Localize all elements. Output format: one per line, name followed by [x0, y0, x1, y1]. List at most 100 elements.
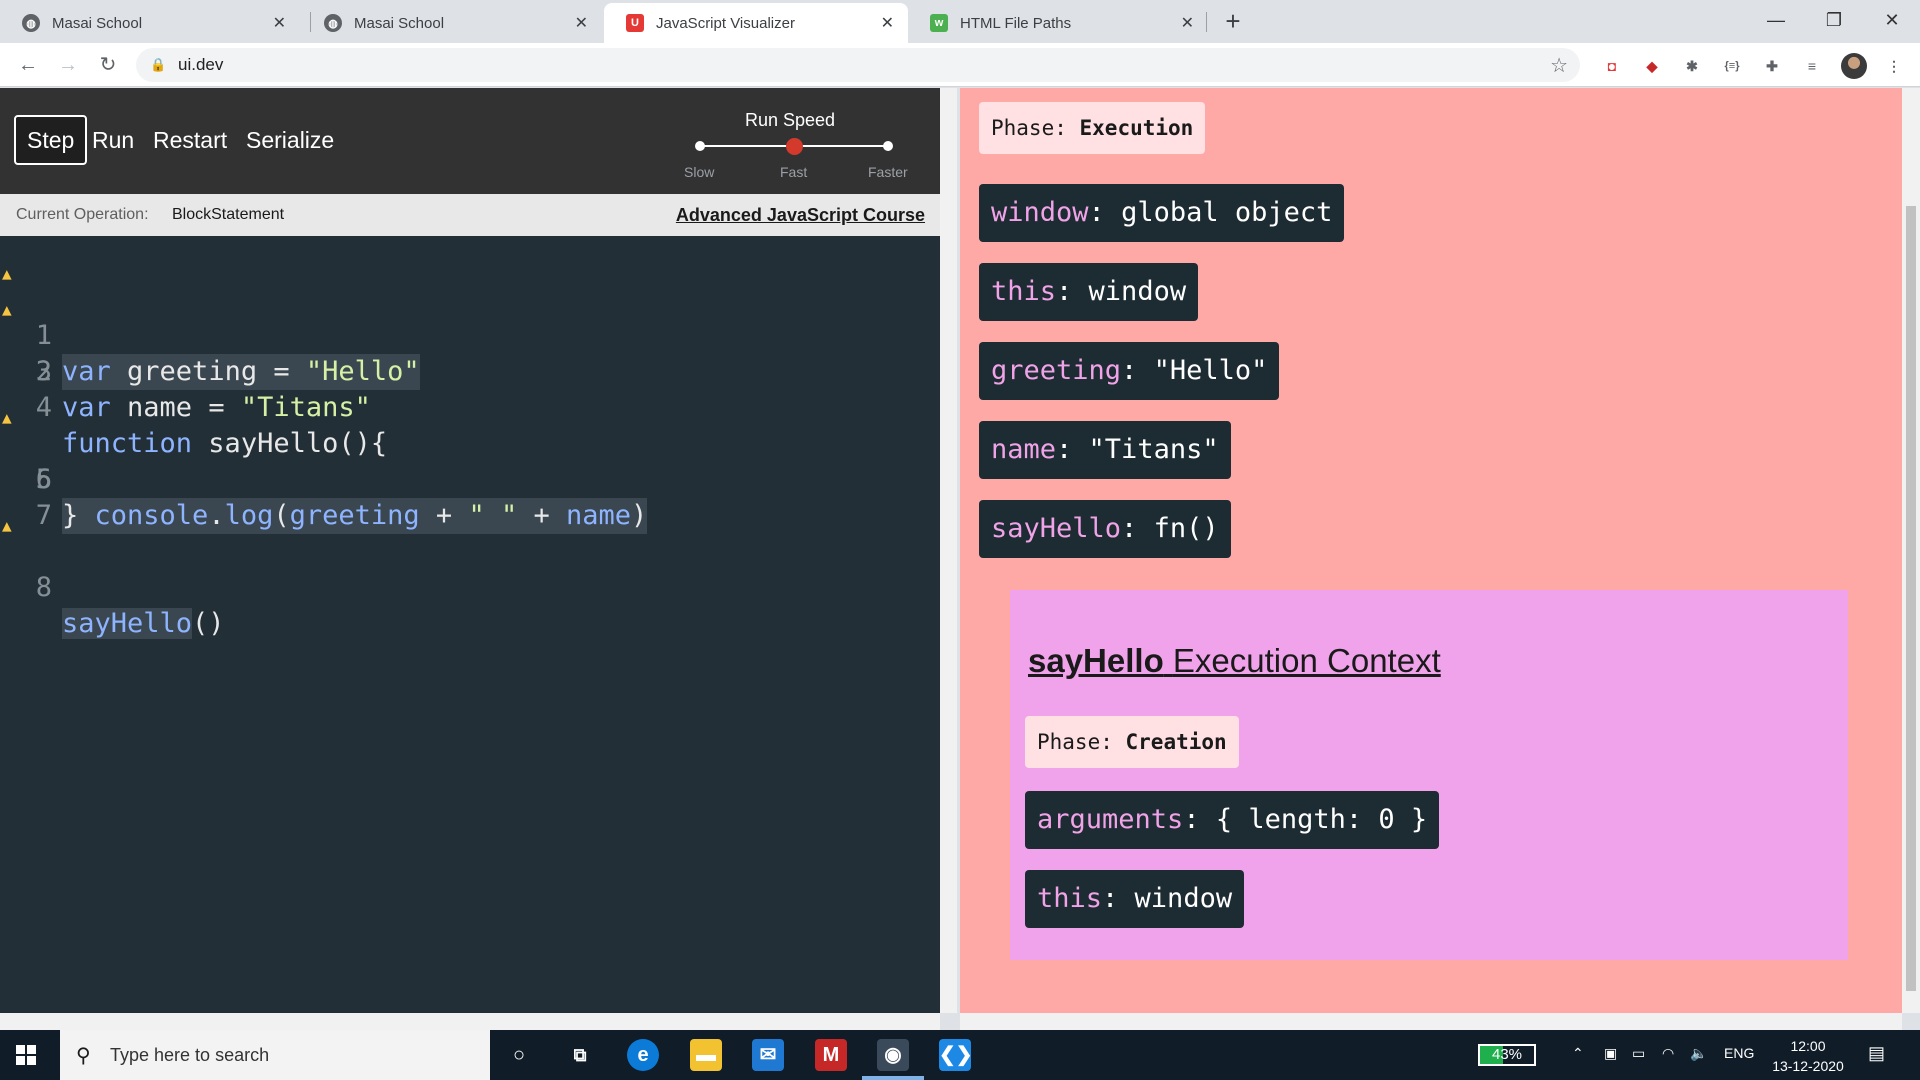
search-placeholder: Type here to search — [110, 1045, 270, 1065]
battery-indicator[interactable]: 43% — [1478, 1044, 1536, 1066]
edge-browser-icon[interactable]: e — [627, 1039, 659, 1071]
mail-icon[interactable]: ✉ — [752, 1039, 784, 1071]
context-function-name: sayHello — [1028, 642, 1164, 679]
slider-stop-faster[interactable] — [883, 141, 893, 151]
var-key: sayHello — [991, 513, 1122, 544]
function-phase-badge: Phase: Creation — [1025, 716, 1239, 768]
function-var-arguments: arguments: { length: 0 } — [1025, 791, 1440, 849]
tab-javascript-visualizer[interactable]: U JavaScript Visualizer ✕ — [604, 3, 908, 43]
tab-title: JavaScript Visualizer — [656, 14, 795, 32]
step-button[interactable]: Step — [14, 115, 88, 165]
tab-title: Masai School — [52, 14, 143, 32]
close-icon[interactable]: ✕ — [575, 13, 588, 33]
restart-button[interactable]: Restart — [142, 115, 238, 165]
reading-list-icon[interactable]: ≡ — [1800, 54, 1824, 78]
execution-context-title: sayHello Execution Context — [1028, 642, 1441, 680]
vscode-icon[interactable]: ❮❯ — [939, 1039, 973, 1071]
browser-toolbar: ← → ↻ 🔒 ui.dev ☆ ◘ ◆ ✱ {≡} ✚ ≡ ⋮ — [0, 43, 1920, 87]
code-editor[interactable]: ▲ 1 var greeting = "Hello" ▲ 2 var name … — [0, 246, 940, 639]
code-vertical-scrollbar[interactable] — [940, 88, 957, 1013]
w3schools-icon: w — [930, 14, 948, 32]
close-icon[interactable]: ✕ — [1181, 13, 1194, 33]
tab-masai-school-2[interactable]: ◍ Masai School ✕ — [302, 3, 602, 43]
tab-html-file-paths[interactable]: w HTML File Paths ✕ — [908, 3, 1208, 43]
line-number: 8 — [35, 572, 52, 603]
clock-date: 13-12-2020 — [1772, 1058, 1844, 1074]
run-button[interactable]: Run — [81, 115, 145, 165]
url-text[interactable]: ui.dev — [178, 55, 223, 75]
visualizer-panel: Phase: Execution window: global object t… — [960, 88, 1902, 1013]
function-var-this: this: window — [1025, 870, 1245, 928]
new-tab-button[interactable]: + — [1218, 6, 1248, 36]
var-value: { length: 0 } — [1215, 804, 1428, 835]
bookmark-star-icon[interactable]: ☆ — [1550, 53, 1568, 78]
serialize-button[interactable]: Serialize — [235, 115, 345, 165]
back-icon[interactable]: ← — [12, 49, 44, 81]
windows-taskbar: ⚲ Type here to search ○ ⧉ e ▬ ✉ M ◉ ❮❯ 4… — [0, 1030, 1920, 1080]
code-line: 7 — [0, 462, 940, 531]
meet-now-icon[interactable]: ▣ — [1604, 1045, 1617, 1062]
system-clock[interactable]: 12:00 13-12-2020 — [1768, 1036, 1848, 1076]
var-value: window — [1134, 883, 1233, 914]
close-icon[interactable]: ✕ — [273, 13, 286, 33]
tab-title: HTML File Paths — [960, 14, 1072, 32]
menu-kebab-icon[interactable]: ⋮ — [1882, 54, 1906, 78]
windows-start-icon[interactable] — [16, 1045, 36, 1065]
slider-stop-slow[interactable] — [695, 141, 705, 151]
global-var-this: this: window — [979, 263, 1199, 321]
global-var-name: name: "Titans" — [979, 421, 1231, 479]
reload-icon[interactable]: ↻ — [92, 49, 124, 81]
code-horizontal-scrollbar[interactable] — [0, 1013, 940, 1030]
minimize-icon[interactable]: — — [1746, 0, 1806, 40]
close-icon[interactable]: ✕ — [881, 13, 894, 33]
task-view-icon[interactable]: ⧉ — [564, 1039, 596, 1071]
code-line: ▲ 1 var greeting = "Hello" — [0, 246, 940, 390]
battery-percent: 43% — [1491, 1046, 1523, 1063]
var-key: this — [991, 276, 1057, 307]
code-line: 6 } — [0, 426, 940, 534]
scrollbar-thumb[interactable] — [1906, 206, 1916, 991]
var-value: global object — [1121, 197, 1333, 228]
lock-icon: 🔒 — [150, 57, 167, 72]
current-operation-bar: Current Operation: BlockStatement Advanc… — [0, 194, 940, 236]
file-explorer-icon[interactable]: ▬ — [690, 1039, 722, 1071]
mcafee-icon[interactable]: M — [815, 1039, 847, 1071]
language-indicator[interactable]: ENG — [1724, 1045, 1754, 1061]
json-extension-icon[interactable]: {≡} — [1720, 54, 1744, 78]
taskbar-search-box[interactable]: ⚲ Type here to search — [60, 1030, 490, 1080]
uidev-logo-icon: U — [626, 14, 644, 32]
forward-icon[interactable]: → — [52, 49, 84, 81]
var-key: greeting — [991, 355, 1122, 386]
speed-label-fast: Fast — [780, 164, 808, 180]
run-speed-thumb[interactable] — [786, 138, 803, 155]
visualizer-vertical-scrollbar[interactable] — [1902, 88, 1920, 1013]
warning-icon: ▲ — [2, 516, 12, 535]
var-key: name — [991, 434, 1057, 465]
extensions-puzzle-icon[interactable]: ✚ — [1760, 54, 1784, 78]
visualizer-horizontal-scrollbar[interactable] — [960, 1013, 1902, 1030]
battery-tray-icon[interactable]: ▭ — [1632, 1045, 1645, 1062]
global-var-window: window: global object — [979, 184, 1345, 242]
chrome-icon[interactable]: ◉ — [877, 1039, 909, 1071]
advanced-course-link[interactable]: Advanced JavaScript Course — [676, 205, 925, 226]
phase-value: Creation — [1125, 730, 1227, 754]
restore-icon[interactable]: ❐ — [1804, 0, 1864, 40]
code-text: sayHello() — [62, 608, 225, 639]
context-title-suffix: Execution Context — [1172, 642, 1441, 679]
tab-masai-school-1[interactable]: ◍ Masai School ✕ — [0, 3, 300, 43]
search-icon: ⚲ — [76, 1045, 91, 1067]
profile-avatar[interactable] — [1841, 53, 1867, 79]
show-hidden-icons-icon[interactable]: ⌃ — [1572, 1045, 1584, 1062]
address-bar[interactable]: 🔒 ui.dev ☆ — [136, 48, 1580, 82]
window-close-icon[interactable]: ✕ — [1862, 0, 1920, 40]
cortana-icon[interactable]: ○ — [503, 1039, 535, 1071]
pocket-extension-icon[interactable]: ◘ — [1600, 54, 1624, 78]
wifi-icon[interactable]: ◠ — [1662, 1045, 1674, 1062]
bug-extension-icon[interactable]: ✱ — [1680, 54, 1704, 78]
volume-icon[interactable]: 🔈 — [1690, 1045, 1707, 1062]
global-phase-badge: Phase: Execution — [979, 102, 1206, 154]
notifications-icon[interactable]: ▤ — [1868, 1043, 1885, 1064]
var-key: arguments — [1037, 804, 1184, 835]
active-app-indicator — [862, 1076, 924, 1080]
mcafee-extension-icon[interactable]: ◆ — [1640, 54, 1664, 78]
